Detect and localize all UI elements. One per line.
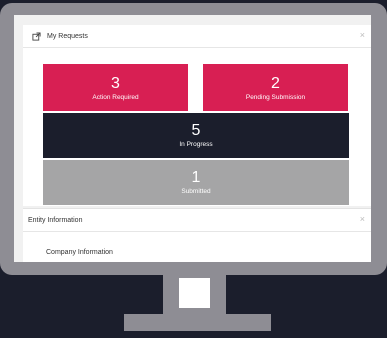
my-requests-header: My Requests × <box>23 25 371 48</box>
entity-information-title: Entity Information <box>28 216 83 224</box>
monitor-stand-cutout <box>179 278 210 308</box>
pending-submission-label: Pending Submission <box>245 94 306 101</box>
monitor-stand-neck <box>163 271 226 314</box>
entity-information-panel: Entity Information × Company Information <box>23 208 371 262</box>
in-progress-count: 5 <box>191 122 201 139</box>
pending-submission-count: 2 <box>271 75 280 92</box>
in-progress-tile[interactable]: 5 In Progress <box>43 113 349 158</box>
close-icon[interactable]: × <box>360 30 365 40</box>
monitor-stand-base <box>124 314 271 331</box>
entity-information-header: Entity Information × <box>23 209 371 232</box>
pending-submission-tile[interactable]: 2 Pending Submission <box>203 64 348 111</box>
submitted-count: 1 <box>191 169 201 186</box>
external-link-icon[interactable] <box>32 31 41 41</box>
close-icon[interactable]: × <box>360 214 365 224</box>
company-information-label[interactable]: Company Information <box>46 249 113 256</box>
action-required-tile[interactable]: 3 Action Required <box>43 64 188 111</box>
in-progress-label: In Progress <box>179 141 213 148</box>
submitted-label: Submitted <box>181 188 211 195</box>
submitted-tile[interactable]: 1 Submitted <box>43 160 349 205</box>
action-required-label: Action Required <box>92 94 139 101</box>
action-required-count: 3 <box>111 75 120 92</box>
my-requests-title: My Requests <box>47 32 88 40</box>
my-requests-panel: My Requests × 3 Action Required 2 Pendin… <box>23 25 371 206</box>
monitor-screen: My Requests × 3 Action Required 2 Pendin… <box>14 15 371 262</box>
